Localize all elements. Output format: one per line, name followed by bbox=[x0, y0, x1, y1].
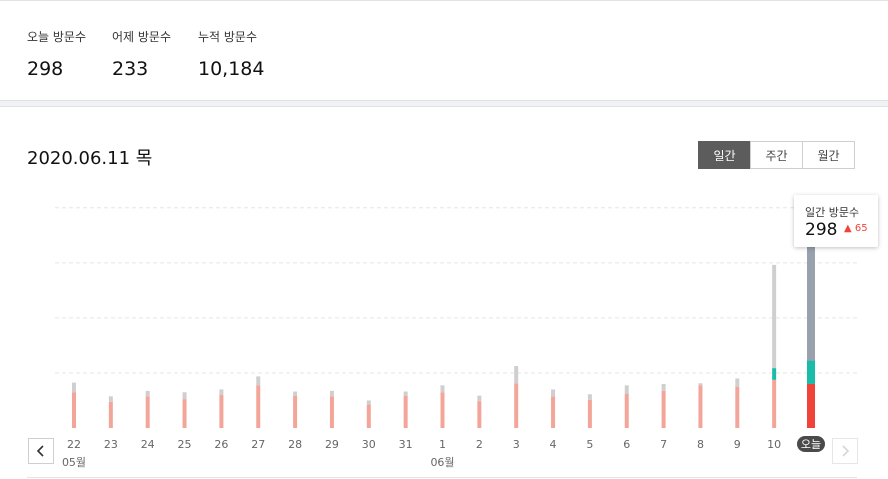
bar-23-s0[interactable] bbox=[108, 401, 113, 428]
yesterday-visits-value: 233 bbox=[112, 58, 149, 80]
bar-28-s2[interactable] bbox=[293, 391, 298, 396]
total-visits-value: 10,184 bbox=[198, 58, 265, 80]
tick-label-5: 5 bbox=[586, 438, 593, 451]
tick-label-23: 23 bbox=[104, 438, 118, 451]
tick-label-4: 4 bbox=[550, 438, 557, 451]
bar-1-s2[interactable] bbox=[440, 385, 445, 393]
visit-tooltip: 일간 방문수 298 ▲ 65 bbox=[794, 195, 878, 247]
tick-label-1: 1 bbox=[439, 438, 446, 451]
tick-label-2: 2 bbox=[476, 438, 483, 451]
tick-label-8: 8 bbox=[697, 438, 704, 451]
bar-1-s0[interactable] bbox=[440, 392, 445, 428]
bar-6-s0[interactable] bbox=[624, 393, 629, 428]
tab-monthly[interactable]: 월간 bbox=[802, 141, 855, 169]
bar-3-s2[interactable] bbox=[514, 366, 519, 384]
tooltip-label: 일간 방문수 bbox=[805, 206, 860, 219]
daily-visits-chart: 22 23 24 25 26 27 28 29 30 31 1 2 3 4 5 6 7 8 9 10 오늘05월 06월 bbox=[55, 207, 858, 469]
tick-label-today: 오늘 bbox=[801, 438, 821, 451]
total-visits: 누적 방문수 10,184 bbox=[198, 28, 264, 80]
bar-9-s0[interactable] bbox=[735, 386, 740, 428]
bar-27-s2[interactable] bbox=[256, 376, 261, 386]
tick-label-29: 29 bbox=[325, 438, 339, 451]
month-label: 06월 bbox=[430, 456, 454, 469]
bar-7-s0[interactable] bbox=[661, 390, 666, 428]
bar-7-s2[interactable] bbox=[661, 383, 666, 391]
bar-22-s0[interactable] bbox=[72, 392, 76, 428]
bar-23-s2[interactable] bbox=[108, 396, 113, 402]
period-tabs: 일간 주간 월간 bbox=[698, 141, 855, 169]
bar-4-s2[interactable] bbox=[551, 389, 556, 397]
tick-label-9: 9 bbox=[734, 438, 741, 451]
total-visits-label: 누적 방문수 bbox=[198, 30, 258, 44]
next-button[interactable] bbox=[832, 438, 858, 464]
tooltip-value: 298 bbox=[805, 220, 838, 240]
tick-label-31: 31 bbox=[399, 438, 413, 451]
bar-28-s0[interactable] bbox=[293, 395, 298, 428]
yesterday-visits-label: 어제 방문수 bbox=[112, 30, 172, 44]
tick-label-22: 22 bbox=[67, 438, 81, 451]
bar-3-s0[interactable] bbox=[514, 383, 519, 428]
bar-27-s0[interactable] bbox=[256, 385, 261, 428]
bar-26-s0[interactable] bbox=[219, 394, 224, 428]
bar-31-s2[interactable] bbox=[403, 391, 408, 396]
month-label: 05월 bbox=[62, 456, 86, 469]
bar-29-s2[interactable] bbox=[329, 390, 334, 397]
today-visits-value: 298 bbox=[27, 58, 64, 80]
up-arrow-icon: ▲ bbox=[844, 223, 852, 234]
tooltip-diff: ▲ 65 bbox=[844, 223, 868, 234]
today-visits-label: 오늘 방문수 bbox=[27, 30, 87, 44]
visit-summary: 오늘 방문수 298 어제 방문수 233 누적 방문수 10,184 bbox=[0, 1, 888, 100]
section-divider bbox=[0, 100, 888, 107]
today-visits: 오늘 방문수 298 bbox=[27, 28, 86, 80]
bar-31-s0[interactable] bbox=[403, 395, 408, 428]
yesterday-visits: 어제 방문수 233 bbox=[112, 28, 171, 80]
chevron-left-icon bbox=[36, 445, 44, 457]
bar-30-s0[interactable] bbox=[366, 404, 371, 428]
tooltip-diff-value: 65 bbox=[854, 223, 868, 234]
bar-4-s0[interactable] bbox=[551, 396, 556, 428]
bar-8-s0[interactable] bbox=[698, 385, 703, 428]
bar-2-s2[interactable] bbox=[477, 395, 482, 402]
tick-label-6: 6 bbox=[623, 438, 630, 451]
bar-10-s2[interactable] bbox=[772, 264, 777, 369]
bar-10-s0[interactable] bbox=[772, 379, 777, 428]
tick-label-3: 3 bbox=[513, 438, 520, 451]
tick-label-27: 27 bbox=[251, 438, 265, 451]
bottom-divider bbox=[27, 477, 857, 478]
bar-5-s2[interactable] bbox=[587, 394, 592, 400]
tab-weekly[interactable]: 주간 bbox=[750, 141, 803, 169]
bar-오늘-s0[interactable] bbox=[807, 383, 815, 428]
bar-10-s1[interactable] bbox=[772, 368, 777, 380]
bar-8-s2[interactable] bbox=[698, 383, 703, 386]
tick-label-10: 10 bbox=[767, 438, 781, 451]
bar-오늘-s1[interactable] bbox=[807, 360, 815, 384]
tab-daily[interactable]: 일간 bbox=[698, 141, 751, 169]
tick-label-30: 30 bbox=[362, 438, 376, 451]
bar-24-s2[interactable] bbox=[145, 390, 150, 397]
bar-25-s0[interactable] bbox=[182, 399, 187, 428]
bar-26-s2[interactable] bbox=[219, 389, 224, 395]
bar-5-s0[interactable] bbox=[587, 399, 592, 428]
tick-label-26: 26 bbox=[214, 438, 228, 451]
bar-25-s2[interactable] bbox=[182, 392, 187, 400]
bar-22-s2[interactable] bbox=[72, 382, 76, 393]
bar-24-s0[interactable] bbox=[145, 396, 150, 428]
tick-label-7: 7 bbox=[660, 438, 667, 451]
bar-30-s2[interactable] bbox=[366, 400, 371, 405]
bar-29-s0[interactable] bbox=[329, 396, 334, 428]
bar-6-s2[interactable] bbox=[624, 385, 629, 394]
prev-button[interactable] bbox=[28, 438, 54, 464]
bar-2-s0[interactable] bbox=[477, 401, 482, 428]
bar-9-s2[interactable] bbox=[735, 378, 740, 387]
tick-label-25: 25 bbox=[178, 438, 192, 451]
selected-date: 2020.06.11 목 bbox=[27, 148, 153, 169]
tick-label-24: 24 bbox=[141, 438, 155, 451]
chevron-right-icon bbox=[842, 445, 850, 457]
tick-label-28: 28 bbox=[288, 438, 302, 451]
